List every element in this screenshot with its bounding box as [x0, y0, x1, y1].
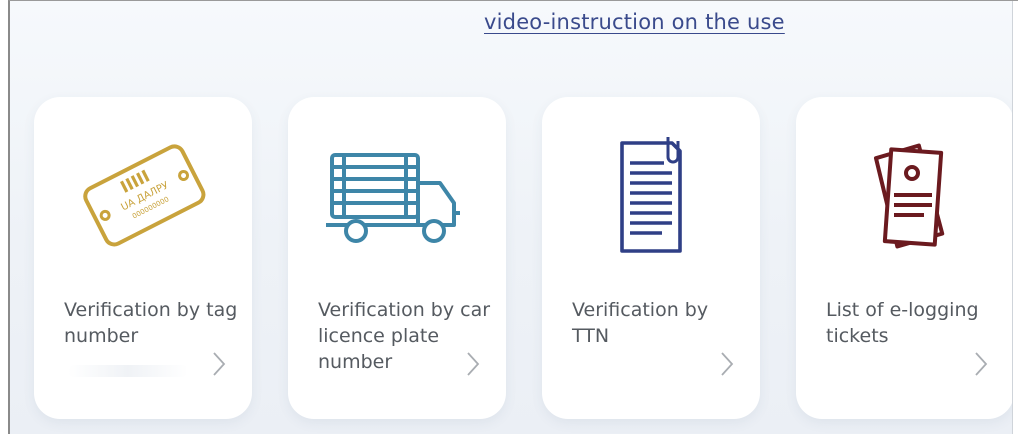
card-e-logging-tickets[interactable]: List of e-logging tickets — [796, 97, 1014, 419]
chevron-right-icon[interactable] — [210, 349, 228, 379]
card-label: List of e-logging tickets — [826, 299, 979, 347]
card-plate-verification[interactable]: Verification by car licence plate number — [288, 97, 506, 419]
card-tag-verification[interactable]: UA ДАЛРУ 000000000 Verification by tag n… — [34, 97, 252, 419]
scrollbar-track[interactable] — [1012, 1, 1018, 434]
tag-icon: UA ДАЛРУ 000000000 — [68, 133, 218, 253]
video-instruction-link[interactable]: video-instruction on the use — [484, 10, 785, 34]
page-frame: video-instruction on the use UA ДАЛРУ 00… — [8, 0, 1018, 434]
card-label: Verification by TTN — [572, 299, 709, 347]
card-label: Verification by tag number — [64, 299, 238, 347]
card-ttn-verification[interactable]: Verification by TTN — [542, 97, 760, 419]
truck-icon — [322, 133, 472, 253]
chevron-right-icon[interactable] — [464, 349, 482, 379]
document-icon — [576, 133, 726, 253]
chevron-right-icon[interactable] — [718, 349, 736, 379]
tickets-list-icon — [830, 133, 980, 253]
chevron-right-icon[interactable] — [972, 349, 990, 379]
card-fade — [68, 365, 188, 377]
